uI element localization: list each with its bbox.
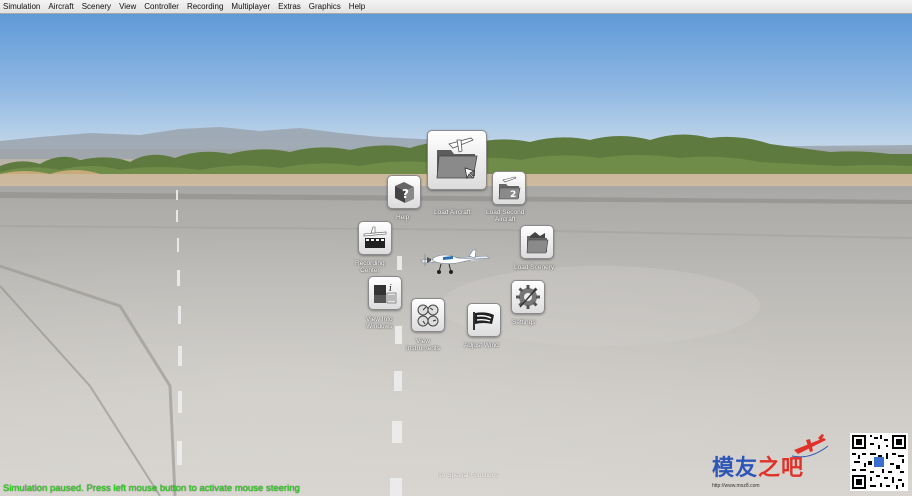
load-aircraft-button[interactable] [427,130,487,190]
menu-aircraft[interactable]: Aircraft [44,0,77,13]
watermark-url: http://www.moz8.com [712,483,760,489]
special-functions-text: No Special Functions [437,472,499,479]
menu-view[interactable]: View [115,0,140,13]
view-instruments-label: View Instruments [406,338,440,352]
load-aircraft-label: Load Aircraft [434,209,471,216]
view-instruments-label-line1: View [415,338,430,345]
settings-button[interactable] [511,280,545,314]
view-info-windows-icon: i [374,284,397,304]
watermark-logo: 模友之吧 http://www.moz8.com [708,432,832,494]
status-message: Simulation paused. Press left mouse butt… [3,483,300,494]
adjust-wind-icon [473,312,494,330]
svg-text:?: ? [402,187,409,201]
qr-code-icon [850,433,908,491]
adjust-wind-label: Adjust Wind [464,342,499,349]
second-aircraft-badge: 2 [510,190,516,200]
load-aircraft-icon [436,137,478,180]
load-scenery-label: Load Scenery [514,264,555,271]
view-instruments-button[interactable] [411,298,445,332]
menu-bar: Simulation Aircraft Scenery View Control… [0,0,912,14]
watermark-text: 模友之吧 [712,450,804,482]
adjust-wind-button[interactable] [467,303,501,337]
watermark-text-part2: 之吧 [758,456,805,481]
recording-center-button[interactable] [358,221,392,255]
menu-recording[interactable]: Recording [183,0,227,13]
recording-center-label-line1: Recording [355,260,385,267]
settings-icon [516,285,540,309]
help-button[interactable]: ? [387,175,421,209]
menu-multiplayer[interactable]: Multiplayer [227,0,274,13]
view-info-windows-label-line2: Windows [366,323,393,330]
view-instruments-label-line2: Instruments [406,345,440,352]
help-icon: ? [395,182,414,203]
menu-graphics[interactable]: Graphics [305,0,345,13]
load-second-aircraft-label-line1: Load Second [486,209,525,216]
view-instruments-icon [417,304,439,327]
menu-help[interactable]: Help [345,0,369,13]
view-info-windows-button[interactable]: i [368,276,402,310]
load-second-aircraft-label: Load Second Aircraft [486,209,524,223]
settings-label: Settings [512,319,536,326]
svg-text:i: i [389,284,392,294]
menu-scenery[interactable]: Scenery [78,0,115,13]
help-label: Help [396,214,410,221]
menu-simulation[interactable]: Simulation [0,0,44,13]
load-second-aircraft-label-line2: Aircraft [494,216,516,223]
airplane-model-icon[interactable] [415,246,495,276]
recording-center-icon [363,226,387,248]
load-second-aircraft-icon: 2 [498,176,521,200]
load-scenery-icon [526,232,549,254]
menu-extras[interactable]: Extras [274,0,305,13]
view-info-windows-label: View Info Windows [366,316,393,330]
watermark-text-part1: 模友 [712,456,759,481]
menu-controller[interactable]: Controller [140,0,183,13]
simulator-viewport[interactable]: Load Aircraft ? Help 2 Load Second Aircr… [0,14,912,496]
view-info-windows-label-line1: View Info [366,316,393,323]
load-scenery-button[interactable] [520,225,554,259]
recording-center-label: Recording Center [355,260,385,274]
recording-center-label-line2: Center [360,267,380,274]
load-second-aircraft-button[interactable]: 2 [492,171,526,205]
